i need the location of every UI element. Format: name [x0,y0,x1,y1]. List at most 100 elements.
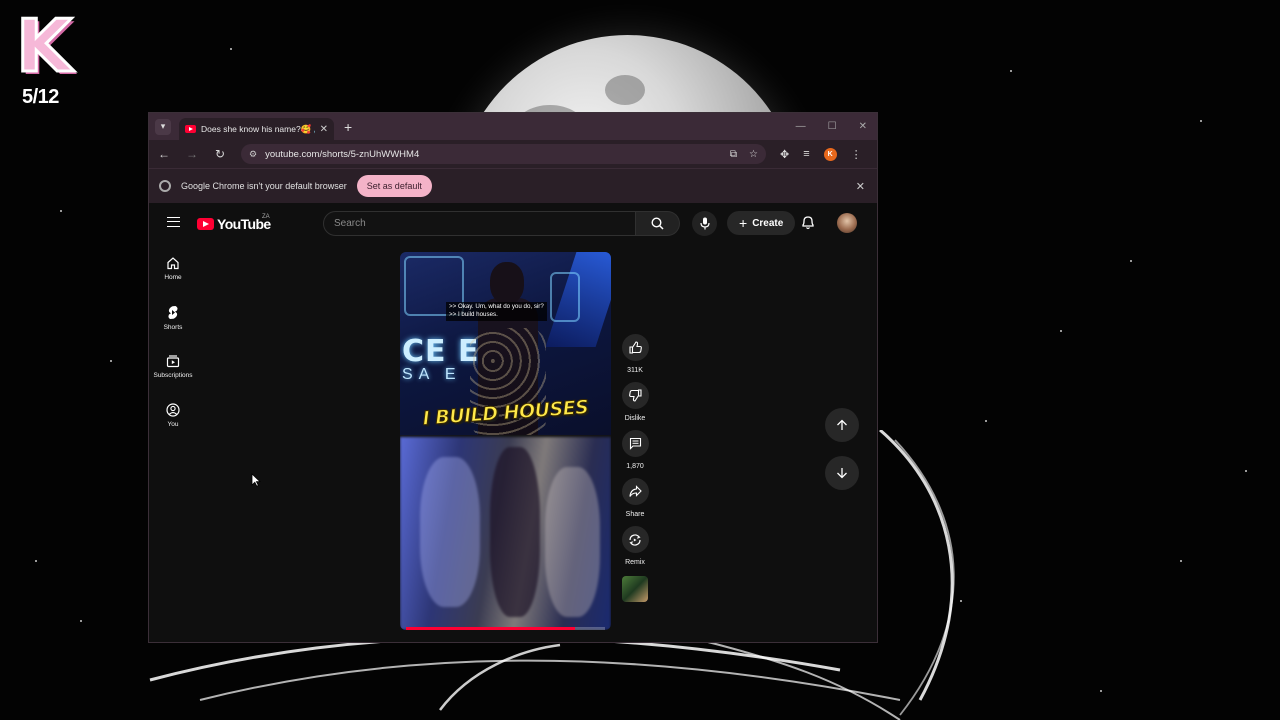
caption-line-2: >> I build houses. [449,311,498,319]
search-icon [651,217,664,230]
guide-label-home: Home [164,274,182,281]
shorts-navigation [825,408,859,490]
short-video-player[interactable]: CE E SA E >> Okay. Um, what do you do, s… [400,252,611,630]
k-logo-letter: K [15,4,74,88]
remix-label: Remix [625,559,645,566]
remix-action: Remix [621,526,649,566]
video-frame-top: CE E SA E >> Okay. Um, what do you do, s… [400,252,611,435]
set-default-button[interactable]: Set as default [356,175,432,197]
you-icon [166,403,180,417]
tab-close-button[interactable]: ✕ [320,124,328,135]
chevron-down-icon: ▾ [160,121,166,131]
short-actions: 311K Dislike 1,870 Share Remix [619,334,651,602]
comment-icon [629,437,641,450]
back-button[interactable]: ← [157,147,171,161]
search-button[interactable] [636,211,680,236]
thumbs-down-icon [628,389,642,402]
account-avatar[interactable] [837,213,857,233]
remix-button[interactable] [621,526,649,553]
install-app-icon[interactable]: ⧉ [730,149,737,160]
video-progress-bar[interactable] [406,627,605,630]
like-button[interactable] [621,334,649,361]
chrome-logo-icon [159,180,171,192]
region-code: ZA [262,214,270,220]
remix-icon [629,533,641,546]
maximize-button[interactable]: ☐ [828,121,837,132]
notifications-bell-icon[interactable] [801,215,815,230]
guide-label-subscriptions: Subscriptions [153,372,193,379]
previous-short-button[interactable] [825,408,859,442]
infobar-close-button[interactable]: ✕ [856,180,865,193]
youtube-header: YouTube ZA + Create [149,204,877,244]
extensions-icon[interactable]: ✥ [780,148,789,161]
video-progress-fill [406,627,576,630]
close-window-button[interactable]: ✕ [859,121,867,132]
address-bar[interactable]: ⚙ youtube.com/shorts/5-znUhWWHM4 ⧉ ☆ [241,144,766,164]
profile-avatar[interactable]: K [823,147,837,161]
default-browser-infobar: Google Chrome isn't your default browser… [149,168,877,203]
guide-item-shorts[interactable]: Shorts [149,293,197,342]
reload-button[interactable]: ↻ [213,147,227,161]
next-short-button[interactable] [825,456,859,490]
like-count: 311K [627,367,643,374]
create-label: Create [752,217,784,229]
k-logo-badge: K [8,6,80,86]
neon-sign-text: CE E [402,334,480,369]
window-controls: — ☐ ✕ [796,113,871,140]
create-button[interactable]: + Create [727,211,796,235]
media-controls-icon[interactable]: ≡ [803,148,809,160]
comments-action: 1,870 [621,430,649,470]
comments-button[interactable] [621,430,649,457]
dislike-button[interactable] [621,382,649,409]
subscriptions-icon [166,355,180,368]
guide-item-subscriptions[interactable]: Subscriptions [149,342,197,391]
menu-kebab-icon[interactable]: ⋮ [851,148,862,161]
dislike-action: Dislike [621,382,649,422]
youtube-favicon-icon [185,125,196,133]
guide-sidebar: Home Shorts Subscriptions You [149,244,197,440]
address-url[interactable]: youtube.com/shorts/5-znUhWWHM4 [265,149,722,160]
forward-button[interactable]: → [185,147,199,161]
episode-counter: 5/12 [22,86,59,108]
neon-sign-subtext: SA E [402,366,462,383]
arrow-down-icon [837,468,847,479]
guide-item-home[interactable]: Home [149,244,197,293]
tab-active[interactable]: Does she know his name?🥰 🔊 ✕ [179,118,334,140]
tab-title: Does she know his name?🥰 🔊 [201,123,315,134]
menu-hamburger-icon[interactable] [167,217,180,227]
tab-bar: ▾ Does she know his name?🥰 🔊 ✕ + — ☐ ✕ [149,113,877,140]
sound-thumbnail[interactable] [622,576,648,602]
new-tab-button[interactable]: + [344,119,352,135]
tab-search-button[interactable]: ▾ [155,118,171,135]
chrome-window: ▾ Does she know his name?🥰 🔊 ✕ + — ☐ ✕ ←… [148,112,878,643]
minimize-button[interactable]: — [796,121,806,132]
youtube-page: YouTube ZA + Create Home [149,204,877,642]
neon-shape-outline [550,272,580,322]
voice-search-button[interactable] [692,211,717,236]
arrow-up-icon [837,419,847,430]
share-button[interactable] [621,478,649,505]
site-settings-icon[interactable]: ⚙ [249,149,257,160]
plus-icon: + [739,215,748,231]
microphone-icon [699,217,710,230]
search-box [323,211,680,236]
comment-count: 1,870 [626,463,644,470]
guide-label-shorts: Shorts [163,323,183,331]
guide-label-you: You [167,421,179,428]
share-action: Share [621,478,649,518]
youtube-play-icon [197,218,214,230]
closed-caption: >> Okay. Um, what do you do, sir? >> I b… [446,302,547,321]
browser-toolbar: ← → ↻ ⚙ youtube.com/shorts/5-znUhWWHM4 ⧉… [149,140,877,168]
mouse-cursor-icon [251,473,261,487]
youtube-logo[interactable]: YouTube [197,216,271,232]
infobar-message: Google Chrome isn't your default browser [181,181,347,191]
guide-item-you[interactable]: You [149,391,197,440]
thumbs-up-icon [628,341,642,354]
caption-line-1: >> Okay. Um, what do you do, sir? [449,303,544,310]
bookmark-star-icon[interactable]: ☆ [749,149,758,160]
dislike-label: Dislike [624,415,646,422]
shorts-icon [168,305,178,319]
share-arrow-icon [628,485,642,497]
video-frame-bottom-crowd [400,437,611,630]
search-input[interactable] [323,211,636,236]
